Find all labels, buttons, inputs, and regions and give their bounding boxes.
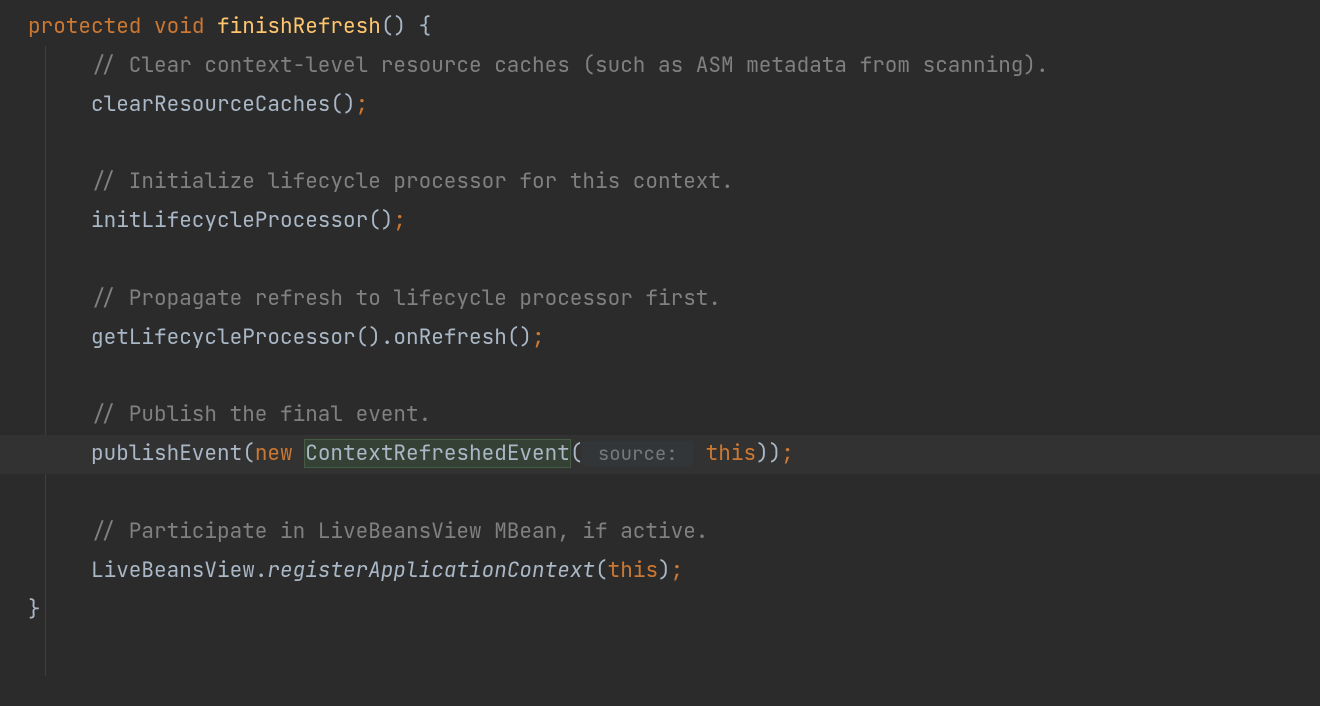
code-line-blank[interactable] [0,358,1320,397]
code-line[interactable]: getLifecycleProcessor().onRefresh(); [0,319,1320,358]
semicolon: ; [781,440,794,467]
semicolon: ; [671,557,684,584]
parentheses: () [507,324,532,351]
keyword-protected: protected [28,13,141,40]
semicolon: ; [393,207,406,234]
code-line[interactable]: initLifecycleProcessor(); [0,202,1320,241]
keyword-new: new [255,440,293,467]
brace-open: { [406,13,431,40]
parentheses: () [368,207,393,234]
code-line[interactable]: clearResourceCaches(); [0,86,1320,125]
method-declaration: finishRefresh [217,13,381,40]
code-editor[interactable]: protected void finishRefresh() { // Clea… [0,8,1320,630]
code-line[interactable]: // Clear context-level resource caches (… [0,47,1320,86]
keyword-this: this [706,440,756,467]
static-method-call: registerApplicationContext [267,557,595,584]
code-line[interactable]: protected void finishRefresh() { [0,8,1320,47]
class-reference: LiveBeansView [91,557,255,584]
semicolon: ; [532,324,545,351]
method-call: clearResourceCaches [91,91,330,118]
dot: . [381,324,394,351]
paren-close: ) [658,557,671,584]
code-line[interactable]: // Initialize lifecycle processor for th… [0,163,1320,202]
comment: // Participate in LiveBeansView MBean, i… [91,518,708,545]
parentheses: () [330,91,355,118]
method-call: getLifecycleProcessor [91,324,356,351]
code-line-blank[interactable] [0,474,1320,513]
code-line-blank[interactable] [0,241,1320,280]
parentheses: () [381,13,406,40]
code-line-blank[interactable] [0,125,1320,164]
comment: // Clear context-level resource caches (… [91,52,1049,79]
semicolon: ; [356,91,369,118]
comment: // Initialize lifecycle processor for th… [91,168,734,195]
method-call: initLifecycleProcessor [91,207,368,234]
paren-close: )) [756,440,781,467]
keyword-this: this [608,557,658,584]
code-line[interactable]: LiveBeansView.registerApplicationContext… [0,552,1320,591]
paren-open: ( [570,440,583,467]
code-line-current[interactable]: publishEvent(new ContextRefreshedEvent( … [0,435,1320,474]
paren-open: ( [595,557,608,584]
comment: // Propagate refresh to lifecycle proces… [91,285,721,312]
comment: // Publish the final event. [91,401,431,428]
brace-close: } [28,596,41,623]
code-line[interactable]: // Participate in LiveBeansView MBean, i… [0,513,1320,552]
parentheses: () [356,324,381,351]
method-call: publishEvent [91,440,242,467]
code-line[interactable]: // Publish the final event. [0,396,1320,435]
dot: . [255,557,268,584]
keyword-void: void [154,13,204,40]
code-line[interactable]: // Propagate refresh to lifecycle proces… [0,280,1320,319]
class-name: ContextRefreshedEvent [305,440,570,467]
code-line[interactable]: } [0,591,1320,630]
paren-open: ( [242,440,255,467]
parameter-hint: source: [582,441,693,466]
method-call: onRefresh [393,324,506,351]
